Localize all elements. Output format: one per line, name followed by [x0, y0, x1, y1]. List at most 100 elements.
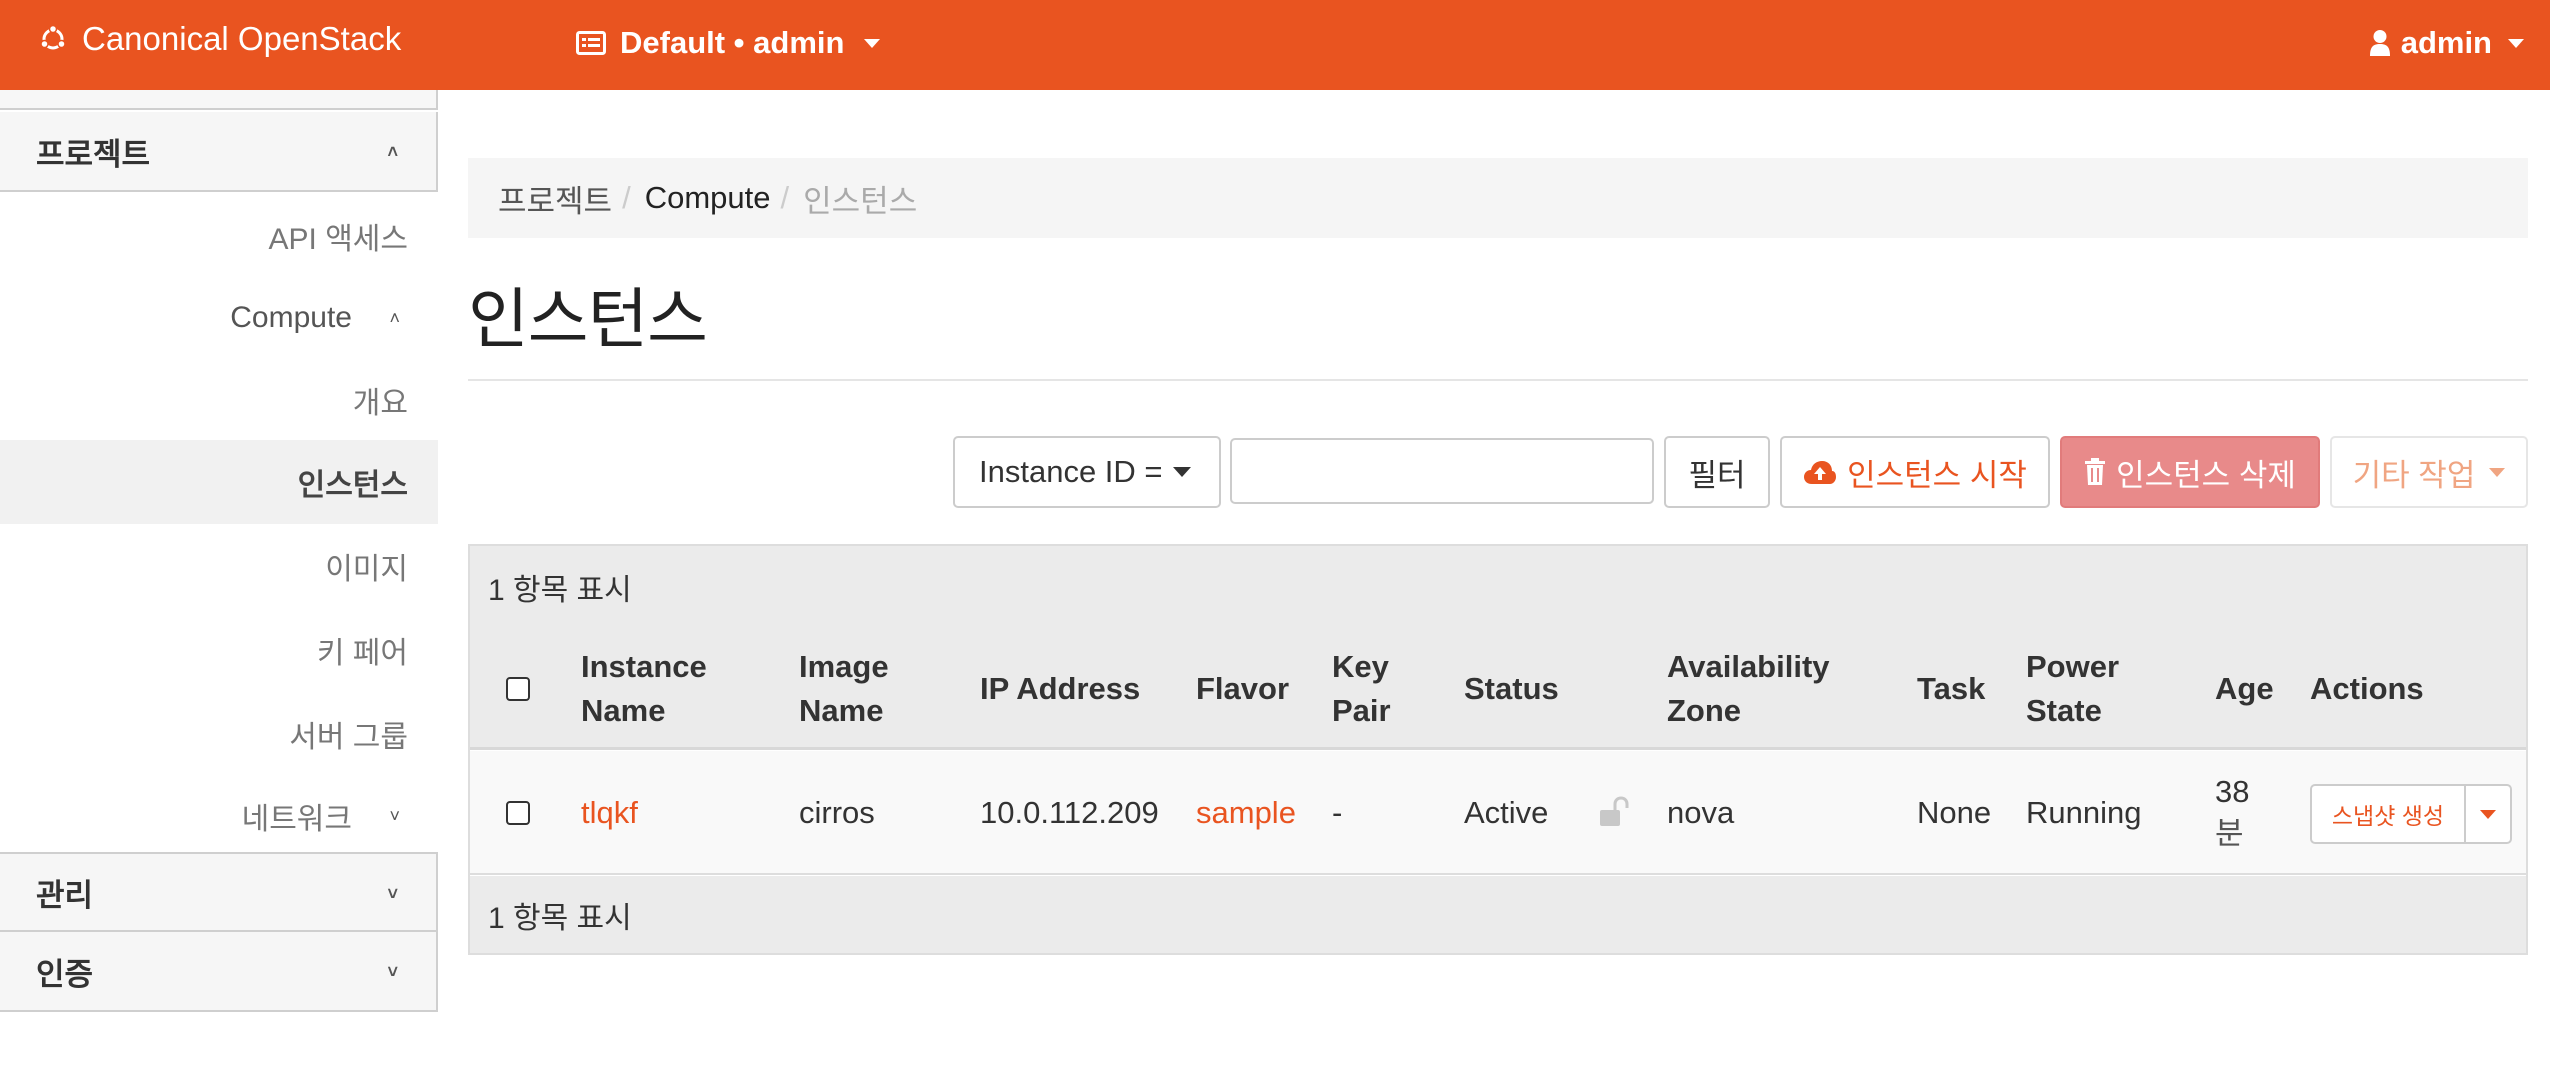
user-menu[interactable]: admin: [2369, 0, 2524, 86]
launch-instance-label: 인스턴스 시작: [1847, 457, 2027, 493]
chevron-up-icon: ˄: [389, 307, 400, 328]
filter-field-label: Instance ID =: [979, 454, 1163, 489]
sidebar-item-label: 이미지: [325, 553, 408, 586]
col-instance-name[interactable]: Instance Name: [581, 628, 707, 750]
sidebar-header-label: 프로젝트: [36, 136, 151, 172]
caret-down-icon: [2480, 809, 2496, 819]
sidebar-item-label: API 액세스: [268, 223, 409, 256]
project-switcher[interactable]: Default • admin: [576, 0, 881, 86]
sidebar-item-label: 서버 그룹: [289, 721, 408, 754]
filter-input[interactable]: [1230, 438, 1654, 504]
col-power-state[interactable]: Power State: [2026, 628, 2119, 750]
availability-zone-cell: nova: [1667, 795, 1735, 830]
caret-down-icon: [2508, 38, 2524, 48]
header-label-line: Power: [2026, 649, 2120, 684]
breadcrumb-separator: /: [622, 180, 631, 215]
delete-instances-button[interactable]: 인스턴스 삭제: [2060, 436, 2320, 508]
sidebar-item-instances[interactable]: 인스턴스: [0, 440, 438, 524]
col-task[interactable]: Task: [1917, 628, 1985, 750]
create-snapshot-label: 스냅샷 생성: [2331, 803, 2445, 829]
col-image-name[interactable]: Image Name: [799, 628, 889, 750]
sidebar-item-overview[interactable]: 개요: [0, 358, 438, 442]
header-label-line: Image: [799, 649, 889, 684]
table-row: tlqkf cirros 10.0.112.209 sample - Activ…: [470, 751, 2526, 875]
sidebar-item-images[interactable]: 이미지: [0, 524, 438, 608]
sidebar-header-project[interactable]: 프로젝트 ˄: [0, 112, 438, 192]
caret-down-icon: [864, 38, 881, 48]
breadcrumb-separator: /: [780, 180, 790, 215]
breadcrumb-item-current: 인스턴스: [803, 183, 918, 219]
col-ip-address[interactable]: IP Address: [980, 628, 1140, 750]
row-checkbox[interactable]: [506, 801, 530, 825]
power-state-cell: Running: [2026, 795, 2142, 830]
select-all-cell: [506, 628, 530, 750]
sidebar-item-api-access[interactable]: API 액세스: [0, 194, 438, 278]
sidebar-header-identity[interactable]: 인증 ˅: [0, 932, 438, 1012]
header-label-line: Instance: [581, 649, 707, 684]
key-pair-cell: -: [1332, 795, 1343, 830]
col-status[interactable]: Status: [1464, 628, 1559, 750]
header-label-line: Availability: [1667, 649, 1830, 684]
header-label-line: Pair: [1332, 693, 1391, 728]
more-actions-label: 기타 작업: [2352, 457, 2476, 493]
image-name-cell: cirros: [799, 795, 875, 830]
age-value: 38: [2215, 774, 2250, 809]
delete-instances-label: 인스턴스 삭제: [2116, 457, 2296, 493]
top-navbar: Canonical OpenStack Default • admin admi…: [0, 0, 2550, 90]
caret-down-icon: [1172, 467, 1191, 477]
page-title: 인스턴스: [468, 282, 708, 356]
table-item-count: 1 항목 표시: [470, 546, 2526, 628]
unlock-icon-cell: [1598, 751, 1630, 875]
ubuntu-logo-icon: [40, 24, 66, 50]
col-flavor[interactable]: Flavor: [1196, 628, 1289, 750]
sidebar-group-label: 네트워크: [241, 803, 352, 836]
select-all-checkbox[interactable]: [506, 677, 530, 701]
header-label-line: Name: [581, 693, 666, 728]
header-label-line: Zone: [1667, 693, 1742, 728]
breadcrumb-item-compute[interactable]: Compute: [645, 180, 771, 216]
chevron-down-icon: ˅: [389, 805, 400, 826]
filter-button-label: 필터: [1688, 457, 1746, 493]
task-cell: None: [1917, 795, 1992, 830]
project-list-icon: [576, 31, 606, 55]
sidebar-group-compute[interactable]: Compute ˄: [0, 276, 438, 360]
project-switcher-label: Default • admin: [620, 25, 845, 60]
sidebar-group-network[interactable]: 네트워크 ˅: [0, 774, 438, 858]
breadcrumb: 프로젝트 / Compute / 인스턴스: [468, 158, 2528, 238]
sidebar-top-divider: [0, 90, 438, 110]
filter-button[interactable]: 필터: [1664, 436, 1770, 508]
unlock-icon: [1600, 796, 1629, 826]
row-select-cell: [506, 751, 530, 875]
sidebar-header-label: 관리: [36, 877, 94, 913]
brand-name: Canonical OpenStack: [82, 20, 402, 57]
sidebar-item-server-groups[interactable]: 서버 그룹: [0, 692, 438, 776]
sidebar-header-admin[interactable]: 관리 ˅: [0, 852, 438, 932]
age-cell: 38 분: [2215, 751, 2249, 875]
table-header-row: Instance Name Image Name IP Address Flav…: [470, 628, 2526, 750]
status-cell: Active: [1464, 795, 1549, 830]
age-unit: 분: [2215, 816, 2244, 851]
launch-instance-button[interactable]: 인스턴스 시작: [1780, 436, 2050, 508]
caret-down-icon: [2489, 467, 2506, 477]
header-label-line: Key: [1332, 649, 1389, 684]
col-key-pair[interactable]: Key Pair: [1332, 628, 1391, 750]
sidebar: 프로젝트 ˄ API 액세스 Compute ˄ 개요 인스턴스 이미지 키 페…: [0, 90, 438, 1012]
table-item-count-footer: 1 항목 표시: [470, 876, 2526, 953]
flavor-link[interactable]: sample: [1196, 751, 1296, 875]
col-age[interactable]: Age: [2215, 628, 2274, 750]
more-actions-button[interactable]: 기타 작업: [2330, 436, 2528, 508]
create-snapshot-button[interactable]: 스냅샷 생성: [2310, 784, 2466, 844]
ip-address-cell: 10.0.112.209: [980, 795, 1159, 830]
col-actions: Actions: [2310, 671, 2424, 706]
instance-name-link[interactable]: tlqkf: [581, 751, 638, 875]
row-actions-dropdown-toggle[interactable]: [2464, 784, 2512, 844]
sidebar-item-key-pairs[interactable]: 키 페어: [0, 608, 438, 692]
sidebar-header-label: 인증: [36, 956, 94, 992]
chevron-down-icon: ˅: [387, 962, 398, 982]
breadcrumb-item-project[interactable]: 프로젝트: [498, 176, 612, 221]
header-label-line: Name: [799, 693, 884, 728]
user-icon: [2369, 30, 2390, 56]
filter-field-select[interactable]: Instance ID =: [953, 436, 1221, 508]
brand-link[interactable]: Canonical OpenStack: [38, 0, 401, 78]
col-availability-zone[interactable]: Availability Zone: [1667, 628, 1830, 750]
